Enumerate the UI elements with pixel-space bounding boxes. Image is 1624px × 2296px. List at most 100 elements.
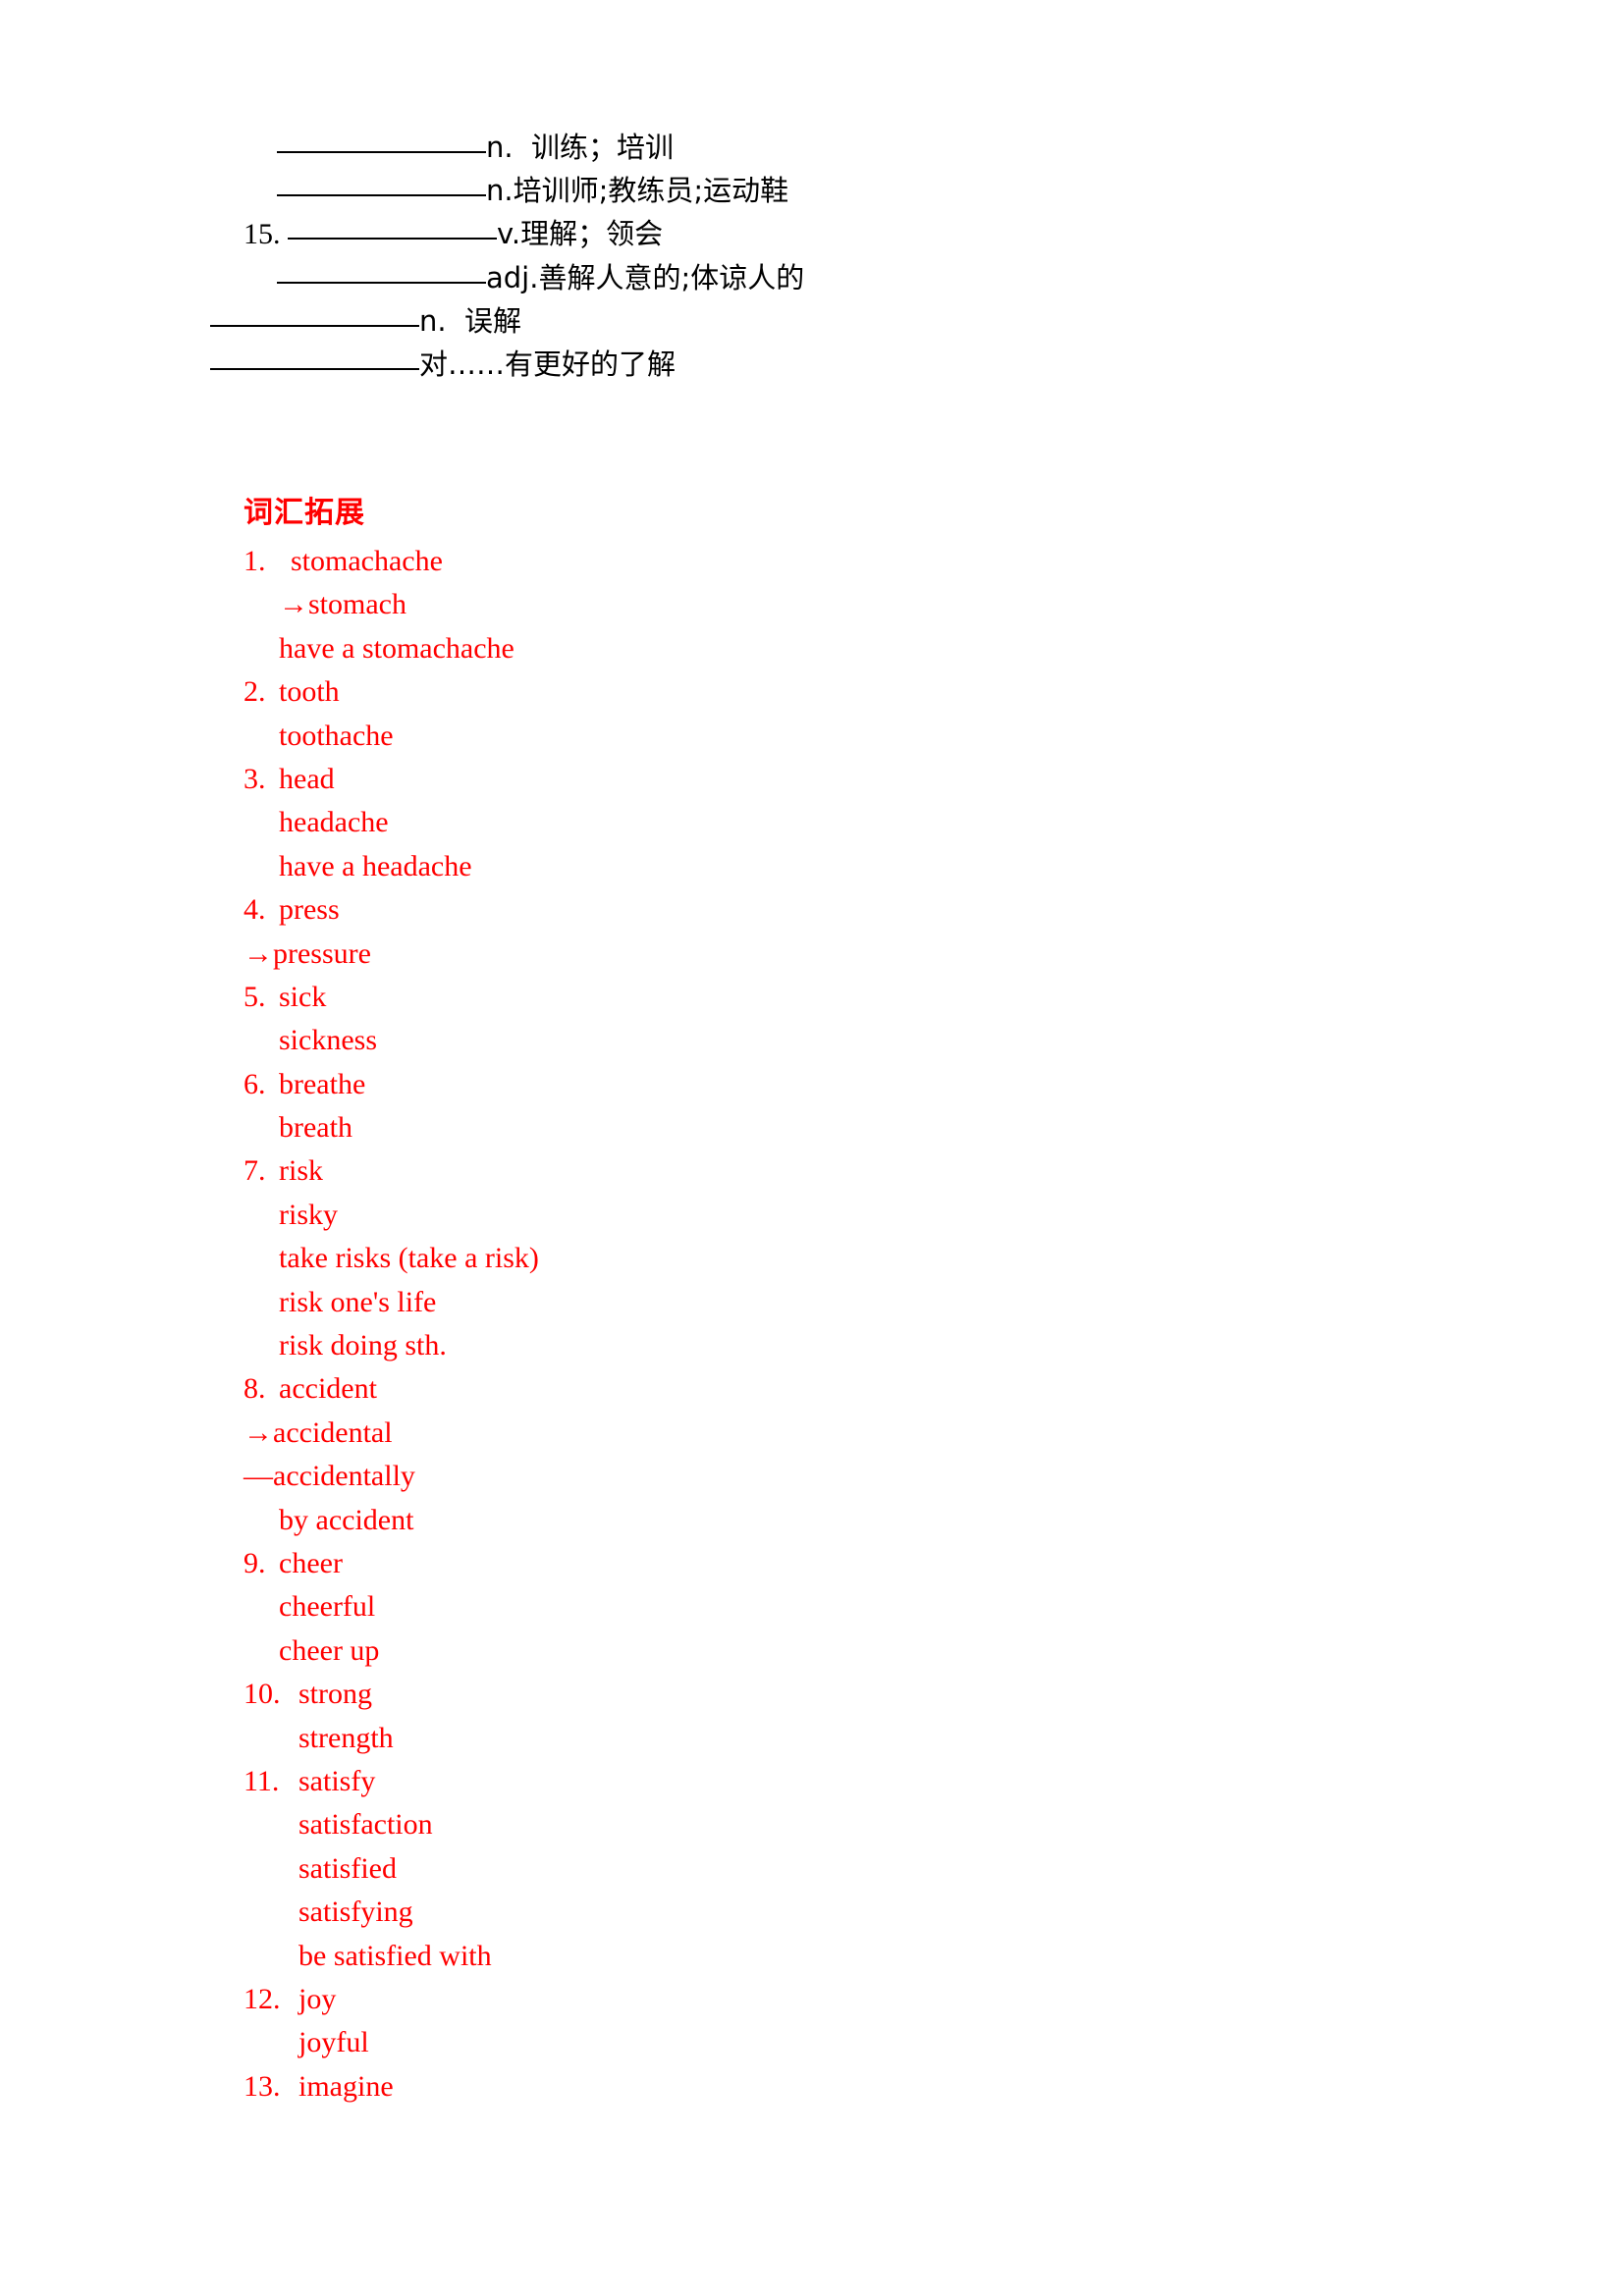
vocab-section-heading: 词汇拓展 xyxy=(244,496,365,530)
vocab-subitem: breath xyxy=(244,1106,1324,1149)
vocab-subitem: take risks (take a risk) xyxy=(244,1237,1324,1280)
vocab-expansion-list: 1. stomachache → stomach have a stomachache 2… xyxy=(244,540,1324,2109)
vocab-item-number: 5. xyxy=(244,980,266,1013)
vocab-item-number: 9. xyxy=(244,1546,266,1579)
vocab-subitem: have a stomachache xyxy=(244,627,1324,670)
vocab-subitem-text: stomach xyxy=(308,588,406,621)
blank-line-number: 15. xyxy=(244,218,281,250)
blank-line-definition: 对……有更好的了解 xyxy=(419,347,677,381)
vocab-item: 8. accident xyxy=(244,1367,1324,1411)
vocab-item-number: 4. xyxy=(244,893,266,927)
vocab-item-word: head xyxy=(279,762,335,795)
vocab-item: 2. tooth xyxy=(244,670,1324,714)
vocab-subitem-text: breath xyxy=(279,1111,352,1145)
blank-line-definition: n.培训师;教练员;运动鞋 xyxy=(486,174,789,207)
blank-line: adj.善解人意的;体谅人的 xyxy=(244,256,1422,299)
answer-blank-rule[interactable] xyxy=(277,194,486,196)
answer-blank-rule[interactable] xyxy=(288,238,497,240)
vocab-item: 11. satisfy xyxy=(244,1760,1324,1803)
vocab-subitem-text: accidentally xyxy=(273,1460,415,1493)
vocab-item: 5. sick xyxy=(244,976,1324,1019)
vocab-item-word: risk xyxy=(279,1154,323,1188)
blank-line-definition: v.理解；领会 xyxy=(497,217,664,250)
dash-icon: — xyxy=(244,1460,273,1493)
vocab-subitem: satisfied xyxy=(244,1847,1324,1891)
vocab-item-word: breathe xyxy=(279,1067,366,1100)
vocab-subitem-text: sickness xyxy=(279,1024,377,1057)
answer-blank-rule[interactable] xyxy=(210,325,419,327)
vocab-subitem: satisfaction xyxy=(244,1803,1324,1846)
vocab-subitem: strength xyxy=(244,1717,1324,1760)
vocab-item-word: press xyxy=(279,893,340,927)
vocab-item-number: 10. xyxy=(244,1678,281,1711)
vocab-subitem: → accidental xyxy=(244,1412,1324,1455)
blank-line: n.培训师;教练员;运动鞋 xyxy=(244,169,1422,212)
arrow-icon: → xyxy=(279,588,308,621)
arrow-icon: → xyxy=(244,1415,273,1449)
vocab-subitem: — accidentally xyxy=(244,1455,1324,1498)
vocab-subitem: → pressure xyxy=(244,933,1324,976)
blank-line: 15. v.理解；领会 xyxy=(244,212,1422,256)
vocab-item-word: stomachache xyxy=(291,545,443,577)
vocab-subitem-text: accidental xyxy=(273,1415,393,1449)
vocab-item-word: tooth xyxy=(279,675,340,709)
blank-line: 对……有更好的了解 xyxy=(210,343,1422,386)
blank-line: n. 训练；培训 xyxy=(244,126,1422,169)
vocab-item-word: satisfy xyxy=(298,1764,376,1797)
vocab-subitem-text: have a headache xyxy=(279,849,472,882)
document-page: n. 训练；培训 n.培训师;教练员;运动鞋 15. v.理解；领会 adj.善解人意的… xyxy=(0,0,1624,2296)
vocab-subitem: headache xyxy=(244,801,1324,844)
vocab-subitem: risk doing sth. xyxy=(244,1324,1324,1367)
answer-blank-rule[interactable] xyxy=(277,151,486,153)
arrow-icon: → xyxy=(244,936,273,970)
vocab-subitem-text: risk doing sth. xyxy=(279,1329,447,1362)
vocab-item: 3. head xyxy=(244,758,1324,801)
vocab-subitem-text: pressure xyxy=(273,936,371,970)
vocab-subitem-text: strength xyxy=(298,1721,394,1754)
vocab-subitem: toothache xyxy=(244,715,1324,758)
vocab-item-number: 13. xyxy=(244,2069,281,2103)
vocab-subitem-text: be satisfied with xyxy=(298,1939,492,1972)
vocab-item: 12. joy xyxy=(244,1978,1324,2021)
answer-blank-rule[interactable] xyxy=(277,282,486,284)
fill-in-blanks-section: n. 训练；培训 n.培训师;教练员;运动鞋 15. v.理解；领会 adj.善解人意的… xyxy=(210,126,1422,386)
vocab-item: 1. stomachache xyxy=(244,540,1324,583)
vocab-subitem-text: have a stomachache xyxy=(279,631,514,665)
vocab-item-number: 11. xyxy=(244,1764,280,1797)
vocab-subitem: satisfying xyxy=(244,1891,1324,1934)
blank-line-definition: adj.善解人意的;体谅人的 xyxy=(486,261,805,294)
vocab-subitem: sickness xyxy=(244,1019,1324,1062)
blank-line-definition: n. 误解 xyxy=(419,304,522,338)
blank-line-definition: n. 训练；培训 xyxy=(486,131,675,164)
vocab-item-word: accident xyxy=(279,1372,377,1406)
vocab-item-number: 2. xyxy=(244,675,266,709)
vocab-item-number: 8. xyxy=(244,1372,266,1406)
vocab-subitem-text: satisfying xyxy=(298,1896,413,1929)
vocab-item-word: joy xyxy=(298,1982,337,2015)
vocab-item: 4. press xyxy=(244,888,1324,932)
blank-line: n. 误解 xyxy=(210,299,1422,343)
vocab-subitem-text: satisfaction xyxy=(298,1808,433,1842)
vocab-subitem-text: take risks (take a risk) xyxy=(279,1242,539,1275)
vocab-item-number: 1. xyxy=(244,545,266,577)
vocab-subitem-text: satisfied xyxy=(298,1851,397,1885)
vocab-item: 6. breathe xyxy=(244,1063,1324,1106)
vocab-subitem-text: by accident xyxy=(279,1503,414,1536)
vocab-item-word: sick xyxy=(279,980,327,1013)
vocab-subitem-text: toothache xyxy=(279,719,394,752)
vocab-subitem-text: risk one's life xyxy=(279,1285,437,1318)
vocab-subitem: → stomach xyxy=(244,583,1324,626)
vocab-subitem: by accident xyxy=(244,1499,1324,1542)
vocab-item: 9. cheer xyxy=(244,1542,1324,1585)
vocab-item-number: 6. xyxy=(244,1067,266,1100)
vocab-subitem: risky xyxy=(244,1194,1324,1237)
vocab-subitem: cheer up xyxy=(244,1629,1324,1673)
vocab-subitem: cheerful xyxy=(244,1585,1324,1629)
vocab-item-number: 12. xyxy=(244,1982,281,2015)
vocab-item-word: cheer xyxy=(279,1546,343,1579)
vocab-item: 7. risk xyxy=(244,1149,1324,1193)
vocab-subitem-text: joyful xyxy=(298,2026,369,2059)
answer-blank-rule[interactable] xyxy=(210,368,419,370)
vocab-item-number: 7. xyxy=(244,1154,266,1188)
vocab-item-word: strong xyxy=(298,1678,372,1711)
